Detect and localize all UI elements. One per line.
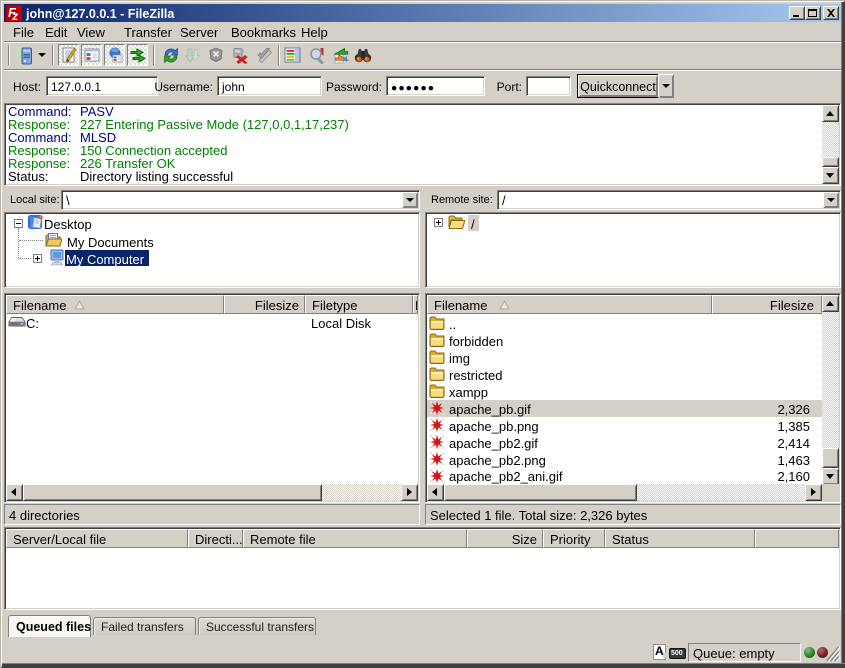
svg-text:z: z bbox=[11, 11, 18, 21]
